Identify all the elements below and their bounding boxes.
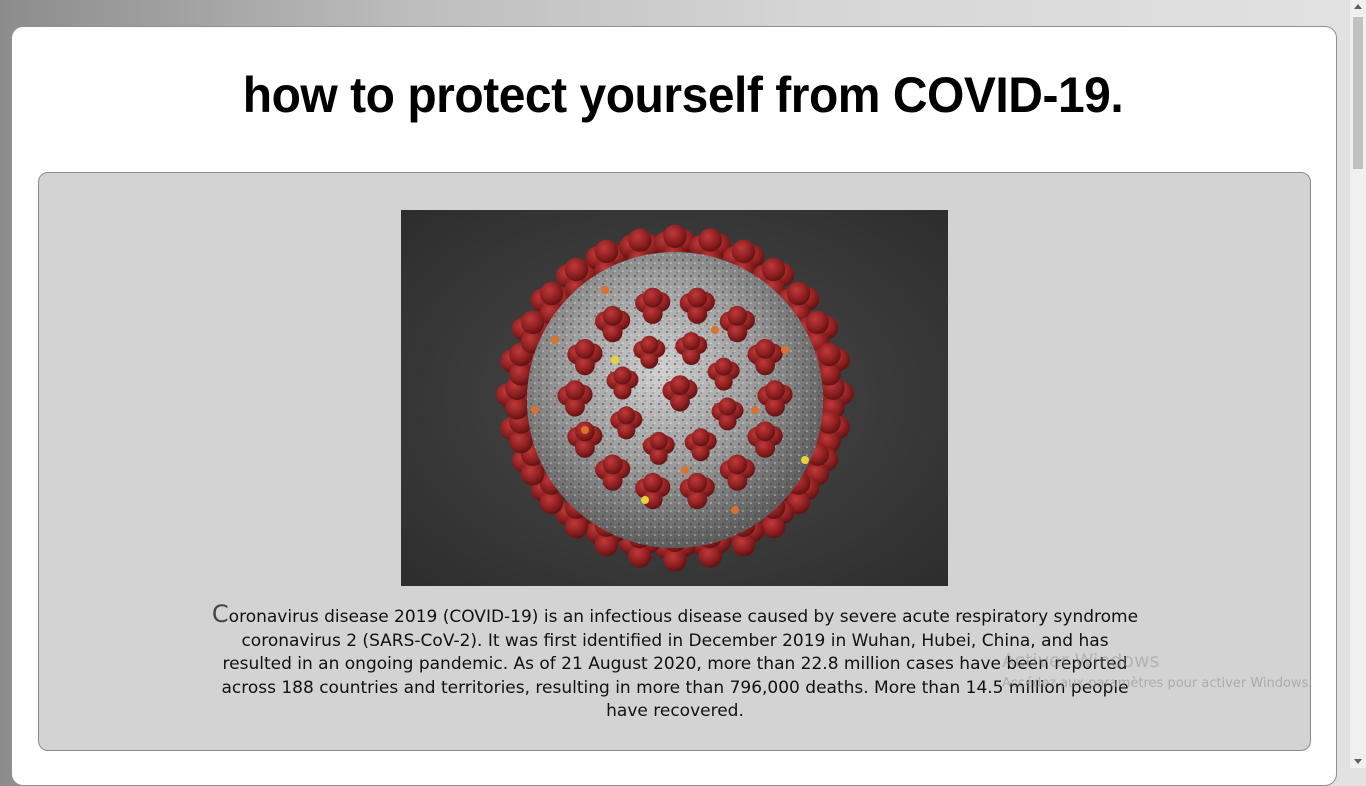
scroll-up-arrow-icon[interactable] bbox=[1354, 4, 1362, 9]
windows-activation-subtitle: Accédez aux paramètres pour activer Wind… bbox=[1002, 676, 1313, 691]
intro-text: oronavirus disease 2019 (COVID-19) is an… bbox=[221, 607, 1139, 721]
drop-cap-letter: C bbox=[211, 600, 229, 628]
scroll-down-arrow-icon[interactable] bbox=[1354, 759, 1362, 764]
vertical-scrollbar[interactable] bbox=[1349, 0, 1366, 768]
scroll-thumb[interactable] bbox=[1353, 17, 1363, 169]
windows-activation-title: Activer Windows bbox=[1002, 650, 1160, 672]
coronavirus-image bbox=[401, 210, 948, 586]
page-title: how to protect yourself from COVID-19. bbox=[242, 67, 1124, 123]
